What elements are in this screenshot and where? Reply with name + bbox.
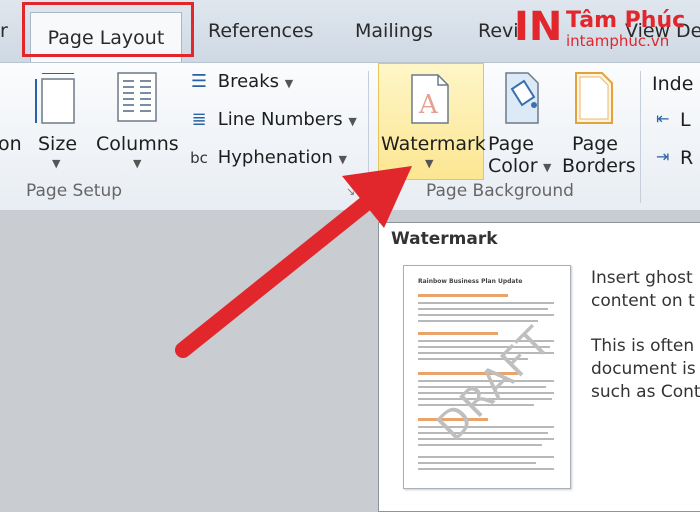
annotation-arrow [175, 166, 412, 358]
